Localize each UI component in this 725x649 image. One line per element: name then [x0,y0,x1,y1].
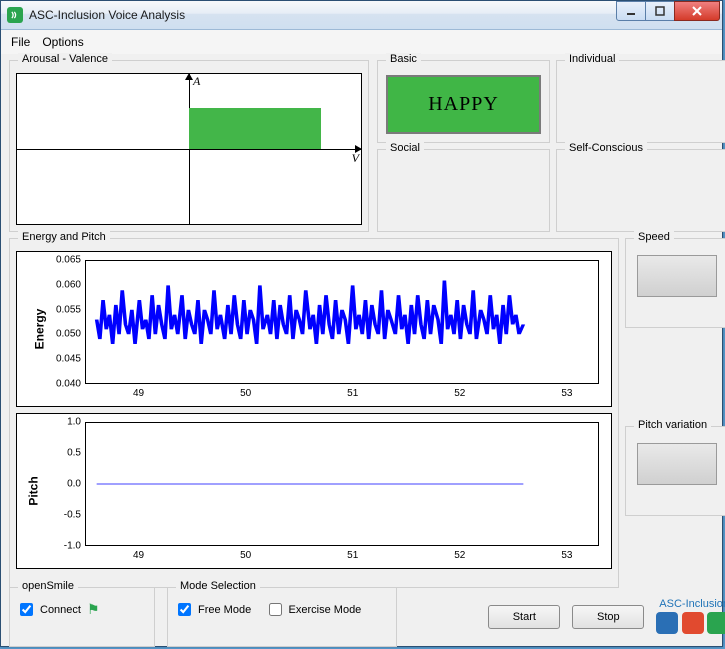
minimize-button[interactable] [616,1,646,21]
exercise-mode-checkbox-label[interactable]: Exercise Mode [265,600,362,619]
pitch-variation-indicator [637,443,717,485]
basic-emotion-panel: Basic HAPPY [377,60,550,143]
speed-title: Speed [634,231,674,243]
energy-pitch-title: Energy and Pitch [18,231,110,243]
menu-options[interactable]: Options [42,35,83,49]
exercise-mode-checkbox[interactable] [269,603,282,616]
individual-emotion-title: Individual [565,53,619,65]
titlebar[interactable]: ASC-Inclusion Voice Analysis [1,1,722,30]
basic-emotion-value: HAPPY [386,75,541,134]
close-button[interactable] [674,1,720,21]
energy-pitch-panel: Energy and Pitch Energy 0.0400.0450.0500… [9,238,619,588]
voice-logo-icon [707,612,725,634]
social-emotion-panel: Social [377,149,550,232]
mode-selection-panel: Mode Selection Free Mode Exercise Mode [167,587,397,647]
free-mode-checkbox[interactable] [178,603,191,616]
energy-chart: Energy 0.0400.0450.0500.0550.0600.065 49… [16,251,612,407]
energy-ylabel: Energy [32,309,46,350]
face-logo-icon [682,612,704,634]
arousal-valence-title: Arousal - Valence [18,53,112,65]
basic-emotion-title: Basic [386,53,421,65]
pitch-ylabel: Pitch [27,476,41,505]
bottom-bar: openSmile Connect ⚑ Mode Selection Free … [9,594,725,640]
pitch-variation-title: Pitch variation [634,419,711,431]
pitch-variation-panel: Pitch variation [625,426,725,516]
exercise-mode-label: Exercise Mode [289,604,362,616]
brand-logos: ASC-Inclusion [656,598,725,637]
opensmile-title: openSmile [18,580,78,592]
start-button[interactable]: Start [488,605,560,629]
connect-checkbox[interactable] [20,603,33,616]
speed-indicator [637,255,717,297]
hand-logo-icon [656,612,678,634]
connection-flag-icon: ⚑ [87,601,100,618]
opensmile-panel: openSmile Connect ⚑ [9,587,155,647]
mode-selection-title: Mode Selection [176,580,260,592]
axis-a-label: A [193,74,200,89]
arousal-valence-panel: Arousal - Valence A V [9,60,369,232]
free-mode-label: Free Mode [198,604,251,616]
free-mode-checkbox-label[interactable]: Free Mode [174,600,251,619]
menu-file[interactable]: File [11,35,30,49]
connect-checkbox-label[interactable]: Connect ⚑ [16,600,100,619]
app-window: ASC-Inclusion Voice Analysis File Option… [0,0,723,647]
maximize-button[interactable] [645,1,675,21]
brand-text: ASC-Inclusion [659,598,725,610]
individual-emotion-panel: Individual [556,60,725,143]
self-conscious-emotion-panel: Self-Conscious [556,149,725,232]
pitch-chart: Pitch -1.0-0.50.00.51.0 4950515253 [16,413,612,569]
window-title: ASC-Inclusion Voice Analysis [29,8,617,22]
stop-button[interactable]: Stop [572,605,644,629]
menubar: File Options [1,30,722,54]
arousal-valence-plot: A V [16,73,362,225]
emotion-grid: Basic HAPPY Individual Social Self-Consc… [377,60,725,232]
social-emotion-title: Social [386,142,424,154]
app-icon [7,7,23,23]
connect-label: Connect [40,604,81,616]
speed-panel: Speed [625,238,725,328]
axis-v-label: V [352,151,359,166]
self-conscious-emotion-title: Self-Conscious [565,142,647,154]
